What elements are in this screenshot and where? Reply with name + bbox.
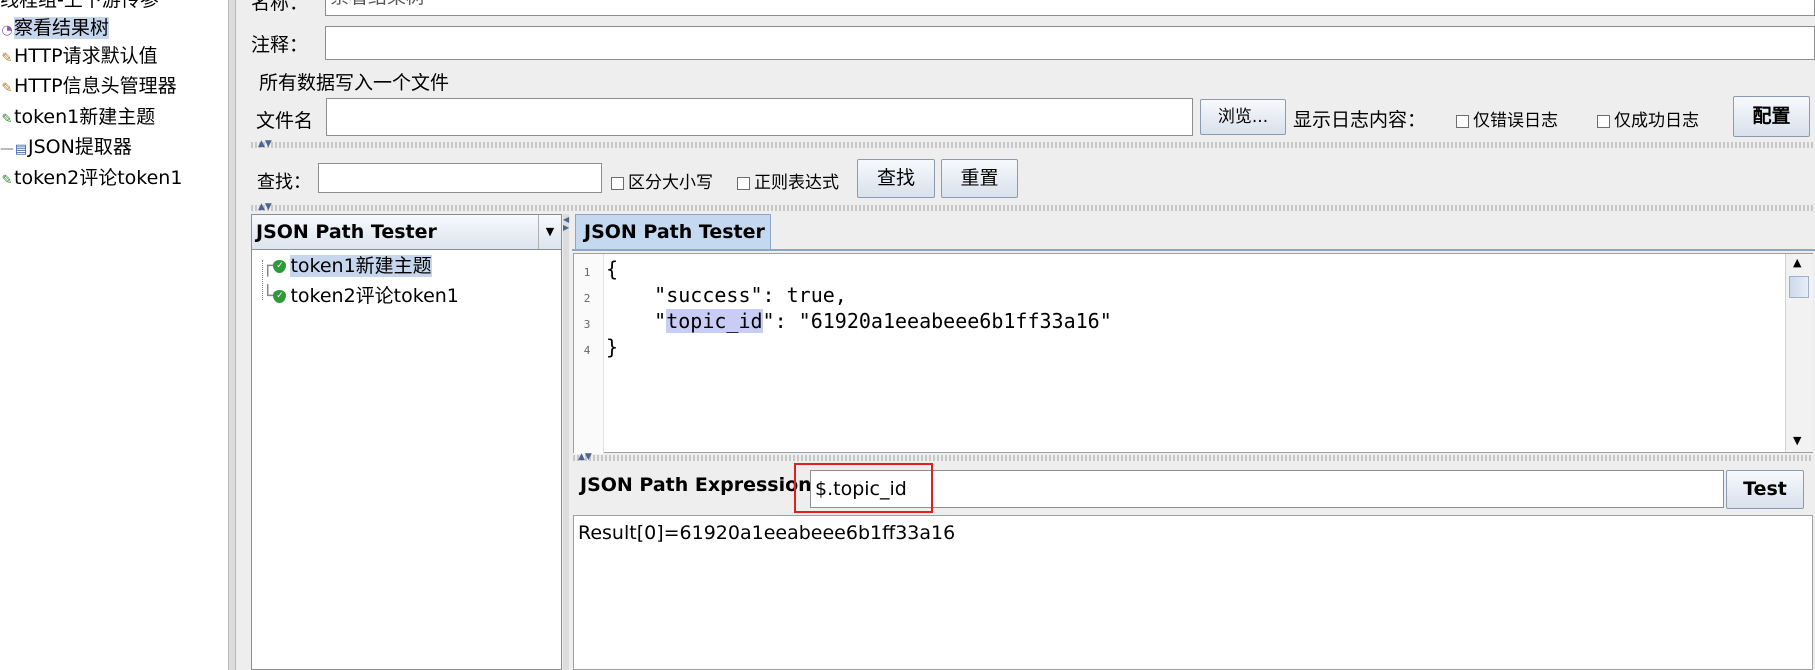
- result-output[interactable]: Result[0]=61920a1eeabeee6b1ff33a16: [573, 515, 1813, 670]
- log-content-label: 显示日志内容：: [1293, 109, 1427, 131]
- tree-item-view-results-tree[interactable]: ◔察看结果树: [0, 14, 110, 42]
- tree-item-label: HTTP请求默认值: [14, 45, 158, 67]
- collapse-arrows-icon[interactable]: ▲▼: [258, 203, 272, 212]
- success-shield-icon: ✓: [273, 260, 287, 273]
- tree-item-thread-group[interactable]: 线程组-上下游传参: [0, 0, 159, 14]
- errors-only-checkbox[interactable]: 仅错误日志: [1456, 106, 1558, 131]
- success-shield-icon: ✓: [273, 290, 287, 303]
- left-splitter[interactable]: [228, 0, 236, 670]
- tree-connector-icon: └: [262, 285, 274, 307]
- scroll-up-icon[interactable]: ▲: [1793, 256, 1801, 269]
- search-input[interactable]: [318, 163, 602, 193]
- code-scrollbar[interactable]: ▲ ▼: [1785, 254, 1813, 452]
- renderer-select-value: JSON Path Tester: [256, 221, 437, 243]
- wrench-icon: ✎: [1, 81, 13, 96]
- line-number: 2: [583, 292, 591, 305]
- tree-item-json-extractor[interactable]: —▤JSON提取器: [0, 133, 132, 161]
- response-code-view[interactable]: 1 { 2 "success": true, 3 "topic_id": "61…: [573, 253, 1813, 454]
- chevron-down-icon[interactable]: ▼: [538, 215, 561, 249]
- collapse-arrows-icon[interactable]: ▲▼: [258, 140, 272, 149]
- checkbox-box[interactable]: [611, 176, 624, 190]
- tree-item-token1-sampler[interactable]: ✎token1新建主题: [0, 103, 156, 131]
- sampler-pen-icon: ✎: [1, 112, 13, 127]
- comment-label: 注释：: [251, 34, 309, 56]
- tab-underline: [572, 249, 1815, 251]
- browse-button[interactable]: 浏览...: [1200, 99, 1286, 135]
- line-number: 4: [583, 344, 591, 357]
- annotation-highlight-box: [794, 463, 933, 513]
- regex-checkbox[interactable]: 正则表达式: [737, 168, 839, 193]
- reset-button[interactable]: 重置: [941, 159, 1018, 198]
- result-item-token2[interactable]: └ ✓ token2评论token1: [262, 283, 459, 310]
- success-only-checkbox[interactable]: 仅成功日志: [1597, 106, 1699, 131]
- section-divider[interactable]: [251, 142, 1815, 148]
- line-number: 3: [583, 318, 591, 331]
- code-line: "topic_id": "61920a1eeabeee6b1ff33a16": [606, 309, 1112, 333]
- search-highlight: topic_id: [666, 309, 763, 333]
- collapse-arrows-icon[interactable]: ◀ ▶: [563, 216, 569, 232]
- tree-item-label: 线程组-上下游传参: [0, 0, 159, 11]
- scroll-thumb[interactable]: [1789, 276, 1809, 298]
- code-line: }: [606, 335, 619, 359]
- tree-item-label: token1新建主题: [14, 106, 156, 128]
- section-divider[interactable]: [251, 205, 1815, 211]
- tree-item-http-defaults[interactable]: ✎HTTP请求默认值: [0, 42, 158, 70]
- name-field[interactable]: 察看结果树: [325, 0, 1815, 16]
- scroll-down-icon[interactable]: ▼: [1793, 434, 1801, 447]
- code-line: "success": true,: [606, 283, 847, 307]
- section-divider[interactable]: [573, 455, 1813, 461]
- name-label: 名称：: [251, 0, 309, 14]
- tab-json-path-tester[interactable]: JSON Path Tester: [575, 214, 771, 250]
- filename-field[interactable]: [326, 98, 1193, 136]
- result-item-label: token1新建主题: [290, 255, 432, 277]
- result-item-token1[interactable]: ┌ ✓ token1新建主题: [262, 253, 432, 280]
- collapse-arrows-icon[interactable]: ▲▼: [578, 453, 592, 462]
- configure-button[interactable]: 配置: [1733, 96, 1810, 137]
- code-line: {: [606, 257, 619, 281]
- test-plan-tree[interactable]: 线程组-上下游传参 ◔察看结果树 ✎HTTP请求默认值 ✎HTTP信息头管理器 …: [0, 0, 228, 670]
- expression-label: JSON Path Expression: [580, 474, 812, 496]
- filename-label: 文件名: [256, 110, 314, 132]
- json-path-expression-input[interactable]: $.topic_id: [810, 470, 1724, 508]
- tree-item-label: HTTP信息头管理器: [14, 75, 177, 97]
- renderer-select[interactable]: JSON Path Tester ▼: [251, 214, 562, 250]
- checkbox-box[interactable]: [1456, 114, 1469, 128]
- vertical-splitter[interactable]: [563, 214, 569, 670]
- result-item-label: token2评论token1: [290, 285, 459, 307]
- case-sensitive-checkbox[interactable]: 区分大小写: [611, 168, 713, 193]
- tree-connector-icon: —: [0, 141, 14, 157]
- tree-item-label: JSON提取器: [28, 136, 132, 158]
- tree-item-label: 察看结果树: [14, 17, 110, 39]
- line-number: 1: [583, 266, 591, 279]
- file-group-title: 所有数据写入一个文件: [259, 72, 450, 94]
- checkbox-box[interactable]: [737, 176, 750, 190]
- sampler-pen-icon: ✎: [1, 173, 13, 188]
- wrench-icon: ✎: [1, 51, 13, 66]
- search-label: 查找：: [257, 172, 311, 193]
- tree-connector-icon: ┌: [262, 255, 274, 277]
- find-button[interactable]: 查找: [857, 159, 935, 198]
- tree-item-label: token2评论token1: [14, 167, 183, 189]
- tree-item-token2-sampler[interactable]: ✎token2评论token1: [0, 164, 183, 192]
- listener-icon: ◔: [1, 23, 13, 38]
- checkbox-box[interactable]: [1597, 114, 1610, 128]
- comment-field[interactable]: [325, 26, 1815, 60]
- extractor-icon: ▤: [14, 142, 28, 157]
- test-button[interactable]: Test: [1726, 470, 1804, 509]
- tree-item-header-manager[interactable]: ✎HTTP信息头管理器: [0, 72, 177, 100]
